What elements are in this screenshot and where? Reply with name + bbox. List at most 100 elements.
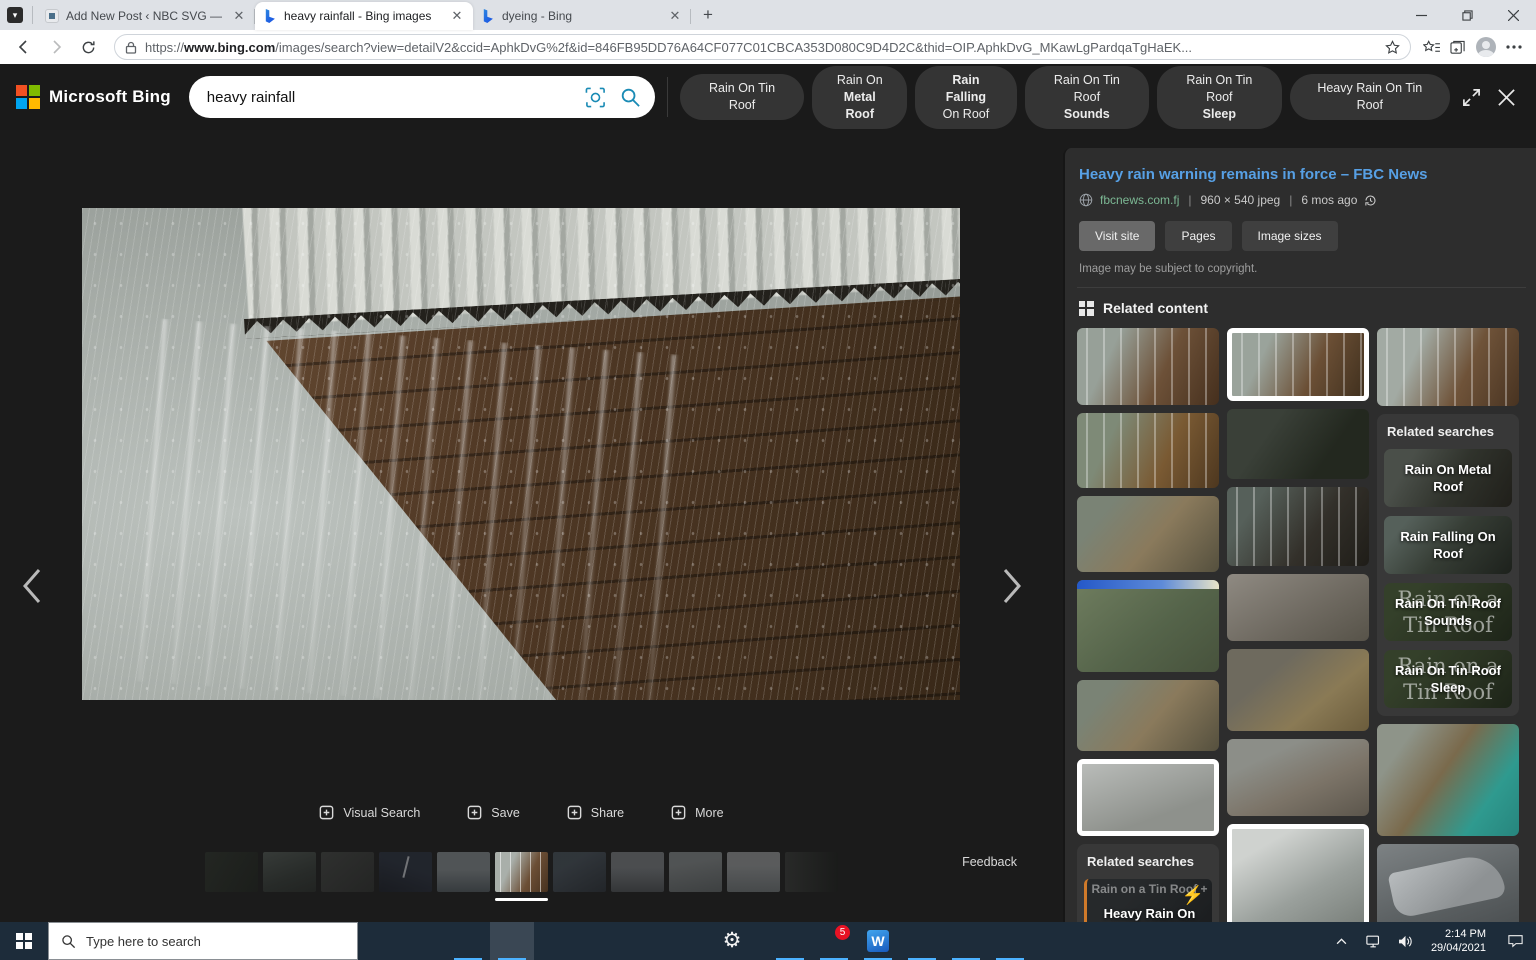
tab-close-icon[interactable]: ✕: [449, 8, 465, 24]
quick-assist-icon[interactable]: [944, 922, 988, 960]
previous-image-button[interactable]: [10, 562, 54, 610]
settings-menu-icon[interactable]: [1506, 45, 1522, 49]
network-icon[interactable]: [1361, 922, 1387, 960]
expand-fullscreen-icon[interactable]: [1462, 88, 1481, 107]
collections-icon[interactable]: [1450, 40, 1466, 55]
image-action-button[interactable]: Visual Search: [318, 804, 420, 821]
search-suggestion-pill[interactable]: Rain On Metal Roof: [812, 66, 907, 129]
related-image-thumbnail[interactable]: [1077, 759, 1219, 836]
filmstrip-thumbnail[interactable]: [669, 852, 722, 892]
related-image-thumbnail[interactable]: [1077, 328, 1219, 405]
main-image-rain-on-tin-roof[interactable]: [82, 208, 960, 700]
related-image-thumbnail[interactable]: [1227, 409, 1369, 479]
tab-close-icon[interactable]: ✕: [231, 8, 247, 24]
filmstrip-thumbnail[interactable]: [205, 852, 258, 892]
cortana-icon[interactable]: [358, 922, 402, 960]
add-favorite-star-icon[interactable]: [1385, 40, 1400, 55]
refresh-button[interactable]: [74, 33, 102, 61]
edge-icon[interactable]: [490, 922, 534, 960]
sticky-notes-icon[interactable]: [666, 922, 710, 960]
notification-app-icon[interactable]: 5: [812, 922, 856, 960]
image-title-link[interactable]: Heavy rain warning remains in force – FB…: [1079, 166, 1526, 183]
bing-logo[interactable]: Microsoft Bing: [16, 85, 171, 109]
favorites-bar-icon[interactable]: [1423, 40, 1440, 55]
word-icon[interactable]: W: [856, 922, 900, 960]
volume-icon[interactable]: [1393, 922, 1419, 960]
next-image-button[interactable]: [990, 562, 1034, 610]
filmstrip-thumbnail[interactable]: [321, 852, 374, 892]
related-image-thumbnail[interactable]: [1077, 580, 1219, 672]
feedback-link[interactable]: Feedback: [962, 855, 1017, 869]
visual-search-camera-icon[interactable]: [585, 87, 606, 108]
search-icon[interactable]: [620, 87, 641, 108]
tab-actions-menu-button[interactable]: ▾: [0, 0, 30, 30]
panel-button[interactable]: Image sizes: [1242, 221, 1338, 251]
panel-button[interactable]: Visit site: [1079, 221, 1155, 251]
hidden-icons-chevron[interactable]: [1329, 922, 1355, 960]
image-action-button[interactable]: Save: [466, 804, 520, 821]
task-view-icon[interactable]: [402, 922, 446, 960]
search-suggestion-pill[interactable]: Heavy Rain On Tin Roof: [1290, 74, 1450, 120]
related-image-thumbnail[interactable]: [1227, 328, 1369, 401]
taskbar-search-box[interactable]: Type here to search: [48, 922, 358, 960]
related-image-thumbnail[interactable]: [1077, 496, 1219, 572]
image-action-button[interactable]: Share: [566, 804, 624, 821]
paint-icon[interactable]: [900, 922, 944, 960]
related-search-card[interactable]: Rain Falling On Roof: [1384, 516, 1512, 574]
related-search-card[interactable]: Rain on a Tin Roof Rain On Tin Roof Slee…: [1384, 650, 1512, 708]
filmstrip-thumbnail[interactable]: [437, 852, 490, 892]
related-image-thumbnail[interactable]: [1227, 649, 1369, 731]
related-image-thumbnail[interactable]: [1227, 739, 1369, 816]
filmstrip-thumbnail[interactable]: [263, 852, 316, 892]
related-image-thumbnail[interactable]: [1377, 328, 1519, 406]
microsoft-store-icon[interactable]: [534, 922, 578, 960]
related-search-card[interactable]: Rain on a Tin Roof Rain On Tin Roof Soun…: [1384, 583, 1512, 641]
related-image-thumbnail[interactable]: [1077, 680, 1219, 751]
address-bar[interactable]: https://www.bing.com/images/search?view=…: [114, 34, 1411, 60]
start-button[interactable]: [0, 922, 48, 960]
minimize-button[interactable]: [1398, 0, 1444, 30]
image-action-button[interactable]: More: [670, 804, 723, 821]
bing-search-box[interactable]: [189, 76, 655, 118]
filmstrip-thumbnail[interactable]: [785, 852, 838, 892]
close-window-button[interactable]: [1490, 0, 1536, 30]
related-search-heavy-rain-on-tin-roof[interactable]: Rain on a Tin Roof + ⚡ Heavy Rain On Tin…: [1084, 879, 1212, 922]
file-explorer-icon[interactable]: [446, 922, 490, 960]
action-center-icon[interactable]: [1498, 922, 1532, 960]
restore-button[interactable]: [1444, 0, 1490, 30]
new-tab-button[interactable]: +: [695, 2, 721, 28]
related-image-thumbnail[interactable]: [1227, 487, 1369, 566]
photos-icon[interactable]: [768, 922, 812, 960]
forward-button[interactable]: [42, 33, 70, 61]
taskbar-clock[interactable]: 2:14 PM 29/04/2021: [1425, 927, 1492, 955]
filmstrip-thumbnail[interactable]: [379, 852, 432, 892]
back-button[interactable]: [10, 33, 38, 61]
source-domain-link[interactable]: fbcnews.com.fj: [1100, 193, 1179, 207]
related-image-thumbnail[interactable]: [1077, 413, 1219, 488]
browser-tab[interactable]: heavy rainfall - Bing images ✕: [255, 2, 473, 30]
browser-tab[interactable]: Add New Post ‹ NBC SVG — Wor ✕: [37, 2, 255, 30]
chrome-icon[interactable]: [988, 922, 1032, 960]
filmstrip-thumbnail[interactable]: [611, 852, 664, 892]
close-detail-icon[interactable]: [1497, 88, 1516, 107]
related-image-thumbnail[interactable]: [1377, 844, 1519, 922]
related-image-thumbnail[interactable]: [1227, 824, 1369, 922]
search-suggestion-pill[interactable]: Rain On Tin Roof Sleep: [1157, 66, 1281, 129]
search-suggestion-pill[interactable]: Rain On Tin Roof Sounds: [1025, 66, 1149, 129]
settings-gear-icon[interactable]: ⚙: [710, 922, 754, 960]
related-image-thumbnail[interactable]: [1377, 724, 1519, 836]
outlook-icon[interactable]: [622, 922, 666, 960]
bing-search-input[interactable]: [207, 89, 571, 106]
filmstrip-thumbnail[interactable]: [495, 852, 548, 892]
tab-close-icon[interactable]: ✕: [667, 8, 683, 24]
mail-icon[interactable]: [578, 922, 622, 960]
search-suggestion-pill[interactable]: Rain On Tin Roof: [680, 74, 804, 120]
related-image-thumbnail[interactable]: [1227, 574, 1369, 641]
profile-avatar[interactable]: [1476, 37, 1496, 57]
filmstrip-thumbnail[interactable]: [553, 852, 606, 892]
related-search-card[interactable]: Rain On Metal Roof: [1384, 449, 1512, 507]
browser-tab[interactable]: dyeing - Bing ✕: [473, 2, 691, 30]
search-suggestion-pill[interactable]: Rain Falling On Roof: [915, 66, 1016, 129]
panel-button[interactable]: Pages: [1165, 221, 1231, 251]
filmstrip-thumbnail[interactable]: [727, 852, 780, 892]
